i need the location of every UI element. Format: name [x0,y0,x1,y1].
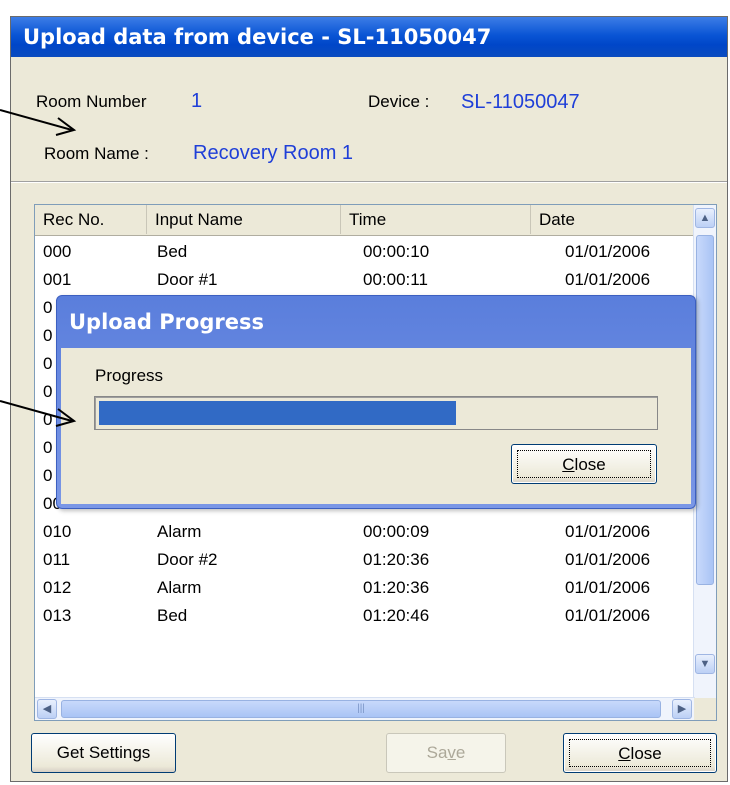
list-header: Rec No. Input Name Time Date [35,205,695,236]
device-value: SL-11050047 [461,91,580,113]
progress-bar [94,396,658,430]
cell-date: 01/01/2006 [565,270,651,289]
table-row[interactable]: 012 Alarm 01:20:36 01/01/2006 [35,574,695,602]
cell-name: Bed [157,606,188,625]
cell-rec: 012 [43,578,72,597]
progress-fill [99,401,456,425]
horizontal-scrollbar[interactable]: ◀ ||| ▶ [35,697,695,720]
progress-label: Progress [95,366,164,385]
cell-name: Alarm [157,522,202,541]
scroll-corner [694,698,716,720]
cell-rec: 011 [43,550,71,569]
close-button[interactable]: Close [563,733,717,773]
dialog-body: Progress Close [61,348,691,504]
save-button[interactable]: Save [386,733,506,773]
cell-date: 01/01/2006 [565,242,651,261]
cell-rec: 0 [43,326,53,345]
table-row[interactable]: 001 Door #1 00:00:11 01/01/2006 [35,266,695,294]
get-settings-button[interactable]: Get Settings [31,733,176,773]
vertical-scroll-thumb[interactable] [696,235,714,585]
cell-name: Bed [157,242,188,261]
column-header-date[interactable]: Date [531,205,695,234]
cell-time: 00:00:09 [363,522,430,541]
cell-rec: 000 [43,242,72,261]
cell-time: 00:00:10 [363,242,430,261]
chevron-down-icon[interactable]: ▼ [695,654,715,674]
cell-date: 01/01/2006 [565,522,651,541]
column-header-time[interactable]: Time [341,205,531,234]
cell-rec: 0 [43,438,53,457]
table-row[interactable]: 000 Bed 00:00:10 01/01/2006 [35,238,695,266]
vertical-scrollbar[interactable]: ▲ ▼ [693,205,716,720]
cell-rec: 0 [43,354,53,373]
window-title: Upload data from device - SL-11050047 [11,17,727,57]
cell-time: 01:20:36 [363,550,430,569]
dialog-title: Upload Progress [69,310,265,334]
table-row[interactable]: 010 Alarm 00:00:09 01/01/2006 [35,518,695,546]
table-row[interactable]: 011 Door #2 01:20:36 01/01/2006 [35,546,695,574]
cell-date: 01/01/2006 [565,578,651,597]
room-name-value: Recovery Room 1 [193,142,354,164]
table-row[interactable]: 013 Bed 01:20:46 01/01/2006 [35,602,695,630]
cell-time: 00:00:11 [363,270,428,289]
chevron-up-icon[interactable]: ▲ [695,208,715,228]
close-label: Close [618,744,662,763]
cell-rec: 013 [43,606,72,625]
cell-rec: 0 [43,298,53,317]
save-label: Save [426,743,466,762]
room-number-value: 1 [191,90,203,112]
horizontal-scroll-thumb[interactable]: ||| [61,700,661,718]
cell-rec: 0 [43,466,53,485]
chevron-right-icon[interactable]: ▶ [672,699,692,719]
cell-time: 01:20:46 [363,606,430,625]
upload-progress-dialog: Upload Progress Progress Close [56,295,696,509]
device-label: Device : [368,92,430,111]
cell-name: Door #2 [157,550,218,569]
column-header-rec-no[interactable]: Rec No. [35,205,147,234]
cell-name: Door #1 [157,270,218,289]
cell-rec: 001 [43,270,72,289]
cell-date: 01/01/2006 [565,606,651,625]
cell-date: 01/01/2006 [565,550,651,569]
cell-time: 01:20:36 [363,578,430,597]
separator [11,181,727,183]
annotation-arrow-top [0,109,77,136]
chevron-left-icon[interactable]: ◀ [37,699,57,719]
cell-name: Alarm [157,578,202,597]
dialog-close-button[interactable]: Close [511,444,657,484]
cell-rec: 010 [43,522,72,541]
get-settings-label: Get Settings [56,743,151,762]
room-name-label: Room Name : [44,144,149,163]
grip-icon: ||| [357,703,365,714]
column-header-input-name[interactable]: Input Name [147,205,341,234]
dialog-close-label: Close [562,455,606,474]
annotation-arrow-bottom [0,400,77,427]
